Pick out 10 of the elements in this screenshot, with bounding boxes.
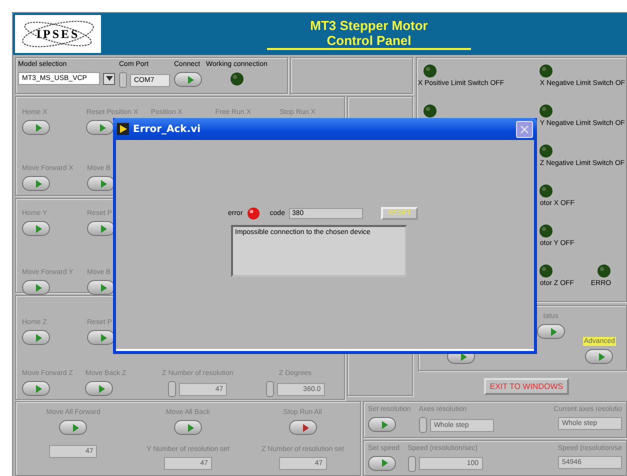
dialog-title: Error_Ack.vi bbox=[133, 124, 202, 134]
logo: IPSES bbox=[15, 15, 101, 53]
toggle-switch[interactable] bbox=[174, 72, 202, 87]
close-icon bbox=[520, 124, 529, 134]
dropdown-button[interactable] bbox=[103, 72, 115, 84]
caret-icon bbox=[106, 76, 112, 81]
panel-title: Control Panel bbox=[266, 33, 472, 50]
panel-title: MT3 Stepper Motor bbox=[310, 18, 428, 33]
close-button[interactable] bbox=[516, 120, 533, 138]
app-icon bbox=[117, 123, 129, 135]
